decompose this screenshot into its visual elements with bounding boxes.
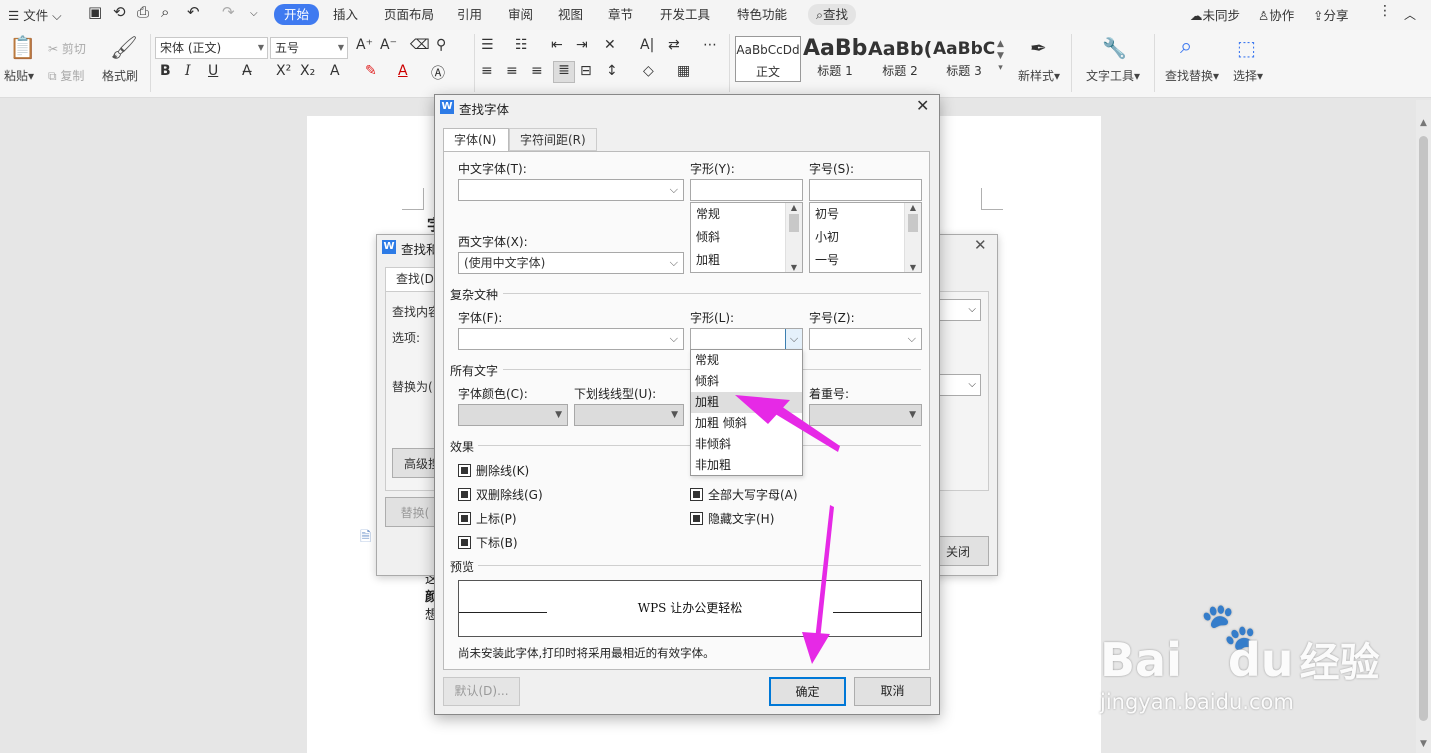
- watermark-brand-cn: 经验: [1299, 640, 1380, 686]
- watermark-brand: Bai du 经验: [1100, 630, 1380, 688]
- watermark-brand-text: Bai: [1100, 633, 1182, 687]
- arrow-shaft-to-ok-button: [815, 505, 834, 640]
- watermark-brand-text-2: du: [1227, 633, 1294, 687]
- arrow-head-to-ok-button: [802, 632, 830, 664]
- arrow-shaft-to-bold-option: [772, 404, 840, 452]
- watermark: 🐾 Bai du 经验 jingyan.baidu.com: [1100, 600, 1420, 725]
- watermark-url: jingyan.baidu.com: [1100, 690, 1294, 714]
